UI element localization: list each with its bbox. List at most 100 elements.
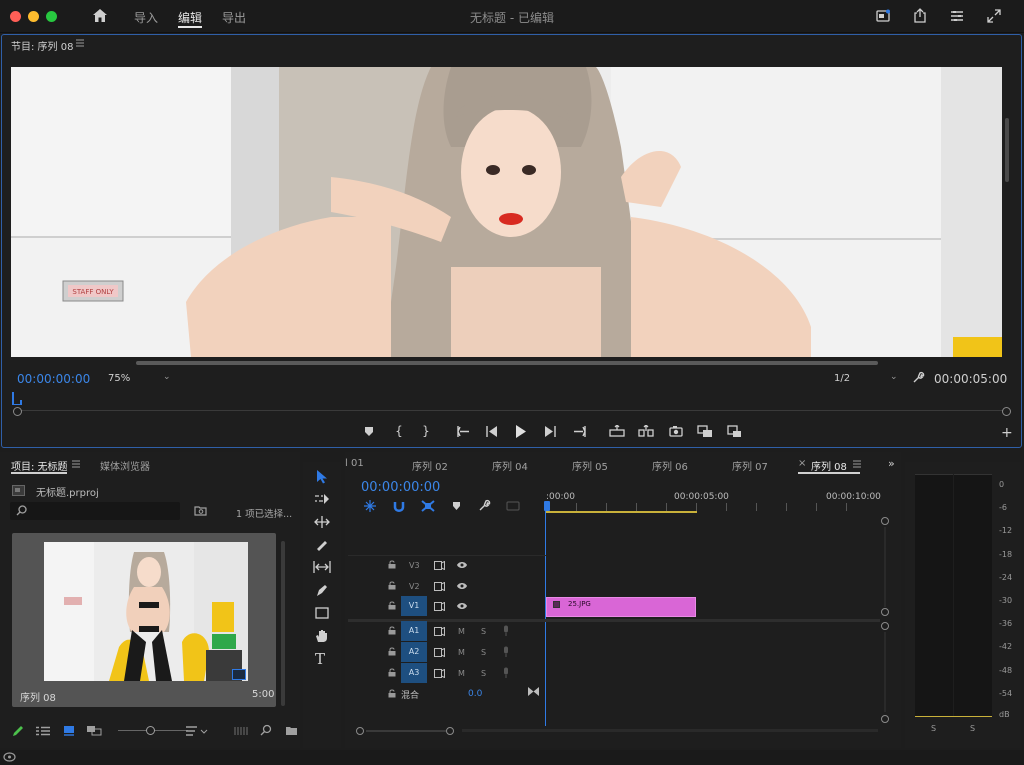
fullscreen-icon[interactable] bbox=[987, 9, 1001, 23]
voiceover-a3-icon[interactable] bbox=[503, 667, 509, 678]
ripple-edit-tool-icon[interactable] bbox=[314, 516, 330, 528]
sort-icon[interactable] bbox=[186, 726, 208, 736]
selection-tool-icon[interactable] bbox=[316, 469, 328, 484]
solo-a3-button[interactable]: S bbox=[481, 669, 486, 678]
extract-icon[interactable] bbox=[638, 425, 654, 437]
lock-a3-icon[interactable] bbox=[388, 668, 396, 677]
razor-tool-icon[interactable] bbox=[314, 538, 328, 552]
lift-icon[interactable] bbox=[609, 425, 625, 437]
mute-a1-button[interactable]: M bbox=[458, 627, 465, 636]
sync-lock-v3-icon[interactable] bbox=[434, 561, 445, 570]
audio-tracks-scrollbar[interactable] bbox=[880, 622, 890, 724]
step-forward-icon[interactable] bbox=[544, 426, 556, 437]
lock-mix-icon[interactable] bbox=[388, 689, 396, 698]
mute-a3-button[interactable]: M bbox=[458, 669, 465, 678]
lock-v2-icon[interactable] bbox=[388, 581, 396, 590]
eye-v2-icon[interactable] bbox=[456, 582, 468, 590]
new-bin-icon[interactable] bbox=[285, 725, 298, 736]
voiceover-a1-icon[interactable] bbox=[503, 625, 509, 636]
zoom-level-select[interactable]: 75% bbox=[108, 373, 130, 384]
export-frame-camera-icon[interactable] bbox=[669, 425, 683, 437]
tab-sequence-02[interactable]: 序列 02 bbox=[412, 458, 448, 473]
mark-out-icon[interactable]: } bbox=[417, 424, 435, 438]
tab-project[interactable]: 项目: 无标题 bbox=[11, 458, 68, 473]
track-v1-target[interactable]: V1 bbox=[401, 596, 427, 616]
panel-menu-icon[interactable] bbox=[76, 39, 84, 47]
rectangle-tool-icon[interactable] bbox=[315, 607, 329, 619]
pencil-write-icon[interactable] bbox=[12, 725, 24, 737]
proxy-toggle-icon[interactable] bbox=[727, 425, 742, 438]
eye-v3-icon[interactable] bbox=[456, 561, 468, 569]
play-icon[interactable] bbox=[515, 425, 527, 438]
mute-a2-button[interactable]: M bbox=[458, 648, 465, 657]
go-to-in-icon[interactable] bbox=[457, 426, 471, 437]
comparison-view-icon[interactable] bbox=[697, 425, 713, 438]
meter-solo-right-button[interactable]: S bbox=[970, 724, 975, 733]
sync-lock-a1-icon[interactable] bbox=[434, 627, 445, 636]
lock-v3-icon[interactable] bbox=[388, 560, 396, 569]
workspaces-icon[interactable] bbox=[950, 9, 964, 23]
sync-lock-v1-icon[interactable] bbox=[434, 602, 445, 611]
timeline-horizontal-track[interactable] bbox=[462, 729, 878, 732]
project-vertical-scrollbar[interactable] bbox=[281, 541, 285, 706]
freeform-view-icon[interactable] bbox=[86, 725, 102, 736]
track-a1-target[interactable]: A1 bbox=[401, 621, 427, 641]
video-audio-divider[interactable] bbox=[348, 619, 880, 622]
thumbnail-size-slider-thumb[interactable] bbox=[146, 726, 155, 735]
meter-solo-left-button[interactable]: S bbox=[931, 724, 936, 733]
video-tracks-scrollbar[interactable] bbox=[880, 517, 890, 617]
quick-export-icon[interactable] bbox=[876, 9, 890, 23]
sync-lock-v2-icon[interactable] bbox=[434, 582, 445, 591]
type-tool-icon[interactable]: T bbox=[315, 650, 325, 668]
add-marker-icon[interactable] bbox=[364, 426, 374, 437]
timeline-current-timecode[interactable]: 00:00:00:00 bbox=[361, 480, 440, 495]
step-back-icon[interactable] bbox=[486, 426, 498, 437]
tab-sequence-05[interactable]: 序列 05 bbox=[572, 458, 608, 473]
tab-sequence-07[interactable]: 序列 07 bbox=[732, 458, 768, 473]
project-item-thumbnail[interactable] bbox=[44, 542, 248, 681]
sync-lock-a3-icon[interactable] bbox=[434, 669, 445, 678]
automate-to-sequence-icon[interactable] bbox=[234, 726, 248, 736]
tab-sequence-01[interactable]: l 01 bbox=[345, 458, 364, 469]
share-icon[interactable] bbox=[913, 8, 927, 23]
go-to-out-icon[interactable] bbox=[572, 426, 586, 437]
lock-v1-icon[interactable] bbox=[388, 601, 396, 610]
button-editor-plus-icon[interactable]: + bbox=[1001, 425, 1013, 441]
voiceover-a2-icon[interactable] bbox=[503, 646, 509, 657]
pen-tool-icon[interactable] bbox=[315, 584, 328, 598]
mark-in-icon[interactable]: { bbox=[390, 424, 408, 438]
video-vertical-scrollbar[interactable] bbox=[1005, 118, 1009, 182]
tab-media-browser[interactable]: 媒体浏览器 bbox=[100, 458, 150, 473]
timeline-add-marker-icon[interactable] bbox=[452, 501, 461, 511]
eye-v1-icon[interactable] bbox=[456, 602, 468, 610]
linked-selection-icon[interactable] bbox=[421, 500, 435, 512]
track-a3-target[interactable]: A3 bbox=[401, 663, 427, 683]
list-view-icon[interactable] bbox=[36, 726, 50, 736]
solo-a1-button[interactable]: S bbox=[481, 627, 486, 636]
mix-pan-icon[interactable] bbox=[528, 687, 539, 696]
program-zoom-start-handle[interactable] bbox=[13, 407, 22, 416]
tab-sequence-04[interactable]: 序列 04 bbox=[492, 458, 528, 473]
work-area-bar[interactable] bbox=[546, 511, 697, 513]
captions-icon[interactable] bbox=[506, 501, 520, 511]
lock-a1-icon[interactable] bbox=[388, 626, 396, 635]
close-tab-icon[interactable]: × bbox=[798, 458, 806, 469]
tab-sequence-08[interactable]: 序列 08 bbox=[811, 458, 847, 473]
resolution-chevron-icon[interactable]: ⌄ bbox=[890, 372, 898, 382]
tab-sequence-06[interactable]: 序列 06 bbox=[652, 458, 688, 473]
lock-a2-icon[interactable] bbox=[388, 647, 396, 656]
snap-magnet-icon[interactable] bbox=[393, 500, 405, 512]
more-tabs-icon[interactable]: » bbox=[888, 457, 895, 470]
new-bin-from-search-icon[interactable] bbox=[194, 505, 207, 516]
find-icon[interactable] bbox=[260, 724, 272, 736]
zoom-chevron-icon[interactable]: ⌄ bbox=[163, 372, 171, 382]
solo-a2-button[interactable]: S bbox=[481, 648, 486, 657]
mix-volume-value[interactable]: 0.0 bbox=[468, 689, 482, 699]
sync-lock-a2-icon[interactable] bbox=[434, 648, 445, 657]
project-search-input[interactable] bbox=[10, 502, 180, 520]
video-horizontal-scrollbar[interactable] bbox=[136, 361, 878, 365]
program-zoom-end-handle[interactable] bbox=[1002, 407, 1011, 416]
program-time-ruler[interactable] bbox=[18, 410, 1006, 411]
timeline-settings-wrench-icon[interactable] bbox=[478, 499, 491, 512]
nest-toggle-icon[interactable] bbox=[364, 500, 376, 512]
